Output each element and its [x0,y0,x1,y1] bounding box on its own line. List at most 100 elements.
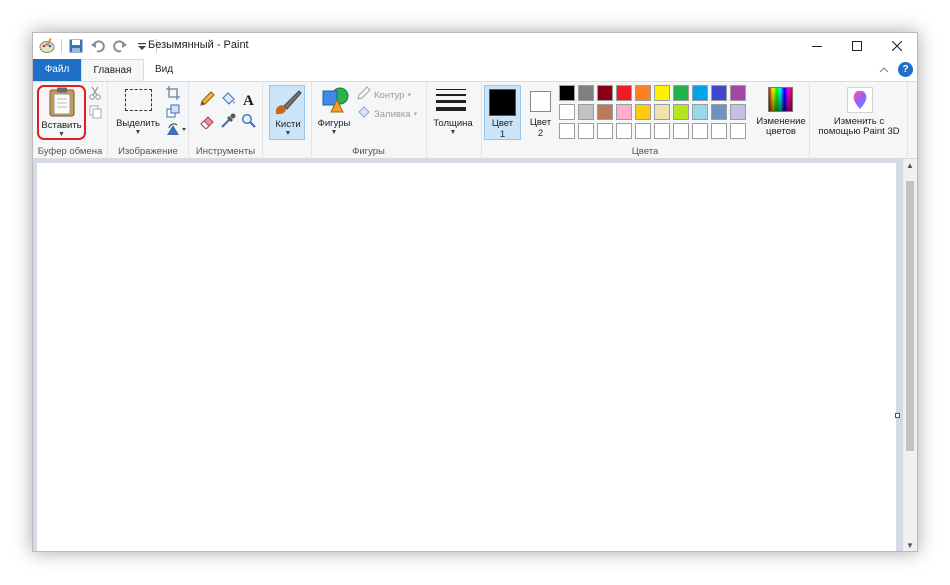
scroll-down-icon[interactable]: ▼ [903,539,917,551]
palette-swatch[interactable] [635,104,651,120]
palette-swatch[interactable] [559,85,575,101]
ribbon: Вставить ▼ Буфер обмена Выделить ▼ Изобр… [33,81,917,159]
palette-swatch[interactable] [692,123,708,139]
palette-swatch[interactable] [654,104,670,120]
palette-swatch[interactable] [559,123,575,139]
paint-app-icon[interactable] [39,38,55,54]
copy-icon[interactable] [87,104,103,120]
palette-swatch[interactable] [673,104,689,120]
palette-swatch[interactable] [730,85,746,101]
tab-view[interactable]: Вид [144,59,184,81]
window-controls [797,33,917,59]
color1-number: 1 [499,129,506,140]
color1-button[interactable]: Цвет 1 [484,85,521,140]
close-button[interactable] [877,33,917,59]
brushes-dropdown-icon[interactable]: ▼ [270,130,306,137]
palette-swatch[interactable] [711,123,727,139]
palette-swatch[interactable] [673,85,689,101]
palette-swatch[interactable] [578,123,594,139]
maximize-button[interactable] [837,33,877,59]
paste-label: Вставить [41,120,82,131]
svg-text:A: A [243,93,254,107]
color1-swatch [489,89,516,116]
select-label: Выделить [116,118,160,129]
help-icon[interactable]: ? [898,62,913,77]
paste-button[interactable]: Вставить ▼ [39,87,84,139]
shapes-dropdown-icon[interactable]: ▼ [313,129,355,136]
maximize-icon [852,41,862,51]
palette-swatch[interactable] [578,104,594,120]
select-button[interactable]: Выделить ▼ [114,87,162,139]
pencil-icon[interactable] [199,91,215,107]
paint3d-label-2: помощью Paint 3D [818,126,900,137]
scroll-up-icon[interactable]: ▲ [903,159,917,173]
redo-icon[interactable] [112,38,128,54]
magnifier-icon[interactable] [241,113,257,129]
select-dropdown-icon[interactable]: ▼ [114,129,162,136]
color-picker-icon[interactable] [220,113,236,129]
paste-dropdown-icon[interactable]: ▼ [39,131,84,138]
undo-icon[interactable] [90,38,106,54]
palette-swatch[interactable] [692,85,708,101]
palette-swatch[interactable] [597,104,613,120]
clipboard-group: Вставить ▼ Буфер обмена [33,82,108,159]
size-dropdown-icon[interactable]: ▼ [429,129,477,136]
size-label: Толщина [433,118,473,129]
size-button[interactable]: Толщина ▼ [429,87,477,139]
line-thickness-icon [436,89,466,111]
fill-bucket-icon[interactable] [220,91,236,107]
palette-swatch[interactable] [730,123,746,139]
canvas-resize-handle[interactable] [895,413,900,418]
palette-swatch[interactable] [597,85,613,101]
palette-swatch[interactable] [597,123,613,139]
edit-colors-button[interactable]: Изменение цветов [753,85,809,140]
close-icon [892,41,902,51]
brushes-label: Кисти [275,119,301,130]
clipboard-icon [49,87,75,122]
palette-swatch[interactable] [654,85,670,101]
palette-swatch[interactable] [559,104,575,120]
edit-with-paint3d-button[interactable]: Изменить с помощью Paint 3D [812,85,906,140]
canvas-area [33,159,905,551]
color2-button[interactable]: Цвет 2 [523,85,558,140]
palette-swatch[interactable] [654,123,670,139]
cut-icon[interactable] [87,85,103,101]
tab-file[interactable]: Файл [33,59,81,81]
drawing-canvas[interactable] [37,163,896,551]
shapes-button[interactable]: Фигуры ▼ [313,87,355,139]
minimize-button[interactable] [797,33,837,59]
brushes-button[interactable]: Кисти ▼ [269,85,305,140]
palette-swatch[interactable] [730,104,746,120]
palette-swatch[interactable] [711,104,727,120]
colors-group-label: Цвета [631,146,659,157]
outline-button[interactable]: Контур ▾ [357,85,427,103]
minimize-ribbon-icon[interactable] [878,64,890,76]
crop-icon[interactable] [165,85,181,101]
scrollbar-thumb[interactable] [906,181,914,451]
palette-swatch[interactable] [616,123,632,139]
image-group-label: Изображение [118,146,178,157]
palette-swatch[interactable] [711,85,727,101]
resize-icon[interactable] [165,103,181,119]
shapes-group: Фигуры ▼ Контур ▾ Заливка ▾ Фигуры [311,82,427,159]
eraser-icon[interactable] [199,113,215,129]
color-palette [559,85,751,142]
tab-home[interactable]: Главная [81,59,144,82]
palette-swatch[interactable] [616,104,632,120]
color2-number: 2 [537,128,544,139]
window-title: Безымянный - Paint [148,39,249,51]
palette-swatch[interactable] [692,104,708,120]
palette-swatch[interactable] [635,123,651,139]
fill-button[interactable]: Заливка ▾ [357,105,427,122]
shapes-icon [321,87,349,118]
palette-swatch[interactable] [673,123,689,139]
palette-swatch[interactable] [635,85,651,101]
palette-swatch[interactable] [578,85,594,101]
vertical-scrollbar[interactable]: ▲ ▼ [903,159,917,551]
save-icon[interactable] [68,38,84,54]
clipboard-group-label: Буфер обмена [37,146,103,157]
tools-group-label: Инструменты [195,146,256,157]
text-icon[interactable]: A [241,91,257,107]
palette-swatch[interactable] [616,85,632,101]
rotate-icon[interactable] [165,121,189,137]
